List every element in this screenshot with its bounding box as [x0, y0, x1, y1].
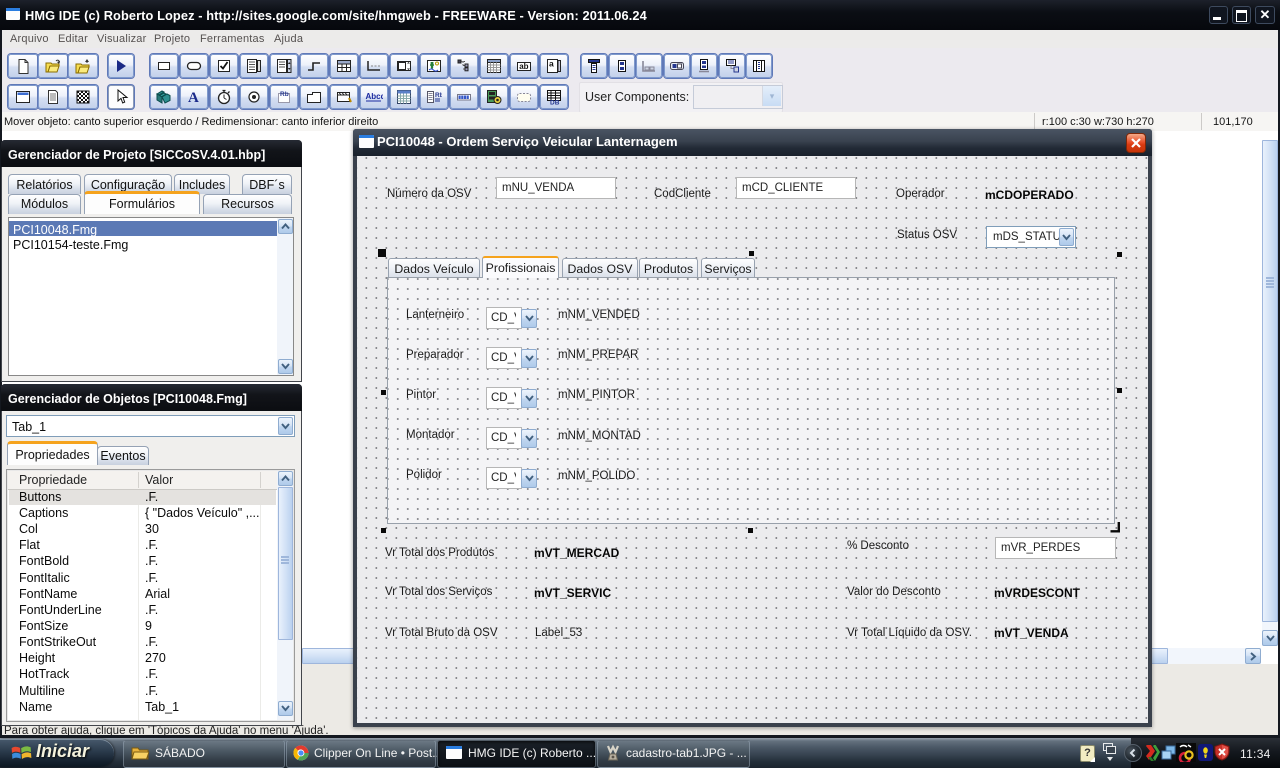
- svg-text:a: a: [549, 59, 554, 69]
- svg-text:ab: ab: [519, 62, 528, 71]
- svg-text:A: A: [188, 90, 199, 105]
- svg-text:Rb: Rb: [435, 92, 442, 99]
- svg-text:Abcd: Abcd: [366, 92, 384, 101]
- svg-text:Rb: Rb: [280, 91, 289, 98]
- svg-text:DB: DB: [550, 100, 560, 106]
